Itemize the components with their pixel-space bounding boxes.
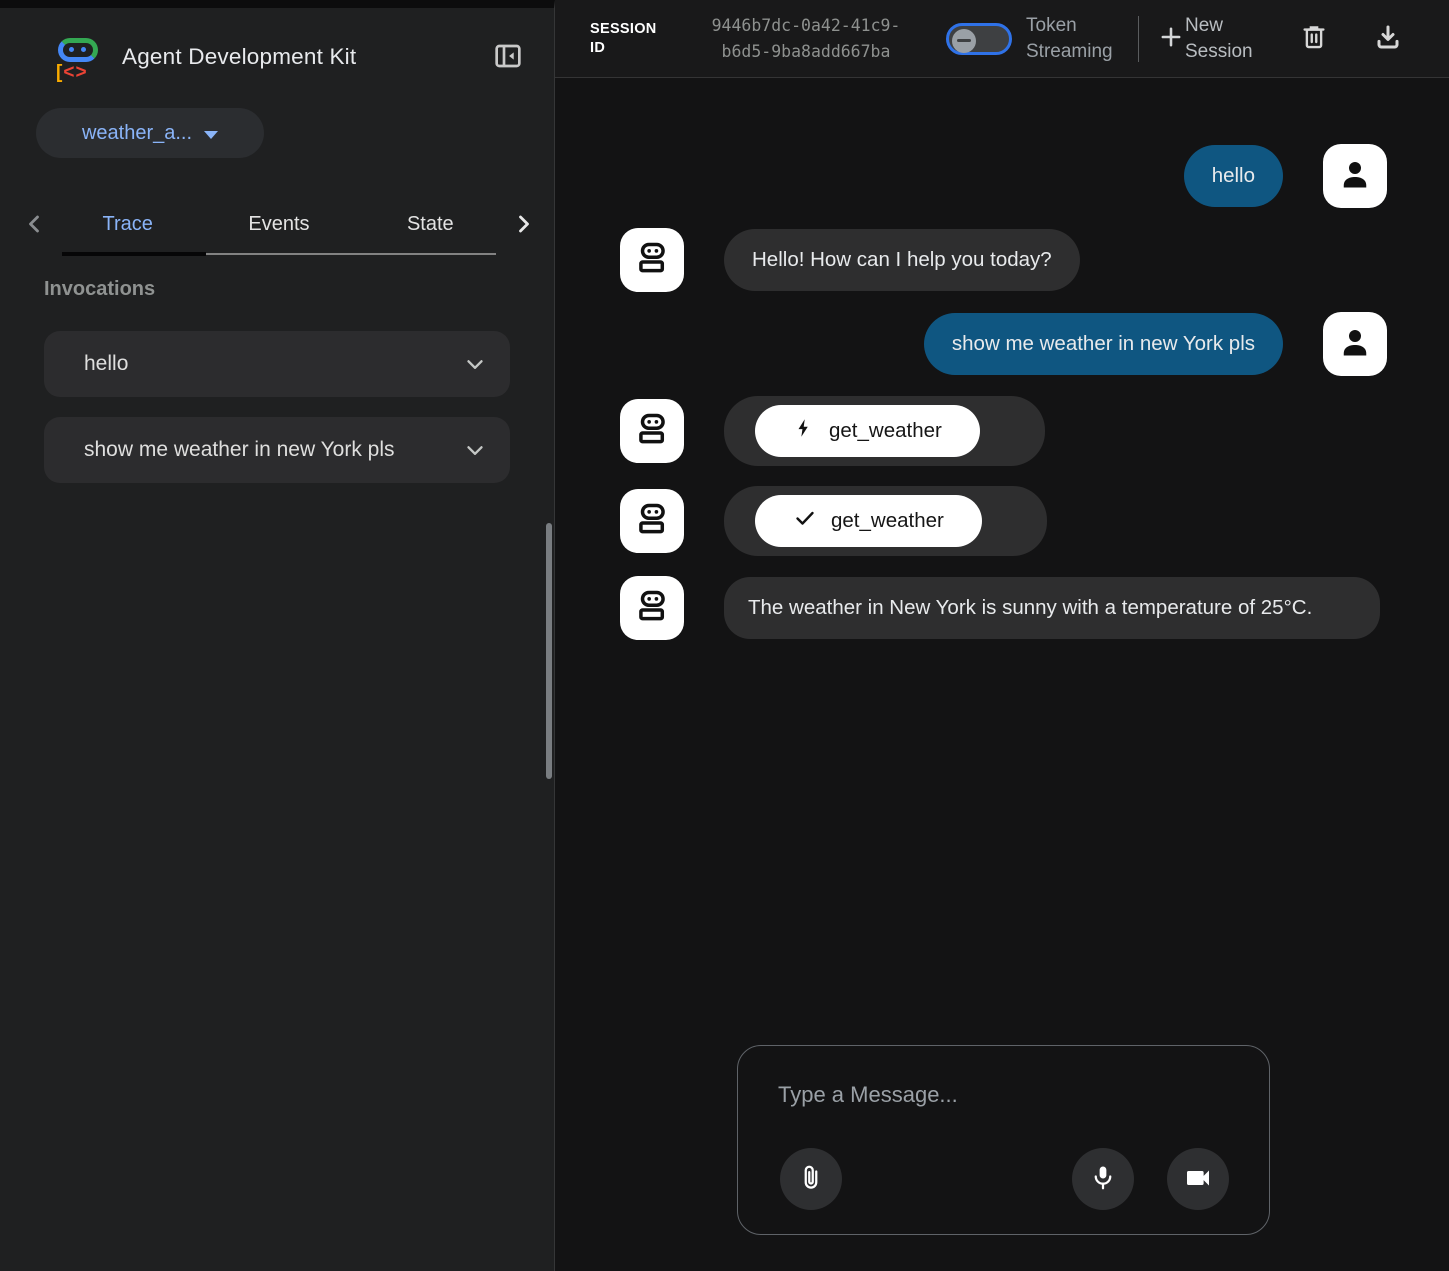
video-button[interactable] bbox=[1167, 1148, 1229, 1210]
agent-selector-value: weather_a... bbox=[82, 122, 192, 145]
mic-icon bbox=[1088, 1163, 1118, 1196]
bot-message-row: Hello! How can I help you today? bbox=[620, 228, 1387, 292]
active-tab-indicator bbox=[62, 252, 206, 256]
chat-area: hello bbox=[555, 78, 1449, 1271]
invocation-label: hello bbox=[84, 352, 436, 376]
bot-avatar bbox=[620, 489, 684, 553]
bot-avatar bbox=[620, 576, 684, 640]
tabs-scroll-left-button[interactable] bbox=[16, 206, 52, 242]
invocation-item[interactable]: hello bbox=[44, 331, 510, 397]
function-call-chip[interactable]: get_weather bbox=[755, 405, 980, 457]
collapse-sidebar-button[interactable] bbox=[490, 38, 526, 77]
robot-icon bbox=[633, 239, 671, 282]
function-call-label: get_weather bbox=[829, 419, 942, 443]
toggle-knob bbox=[952, 29, 976, 53]
user-message-row: hello bbox=[620, 144, 1387, 208]
tab-underline bbox=[62, 252, 496, 256]
new-session-label: New Session bbox=[1185, 13, 1261, 64]
session-topbar: SESSION ID 9446b7dc-0a42-41c9- b6d5-9ba8… bbox=[555, 0, 1449, 78]
tab-state[interactable]: State bbox=[355, 207, 506, 242]
topbar-divider bbox=[1138, 16, 1139, 62]
message-input[interactable]: Type a Message... bbox=[778, 1082, 958, 1108]
sidebar-header: [<> Agent Development Kit bbox=[0, 8, 554, 80]
new-session-button[interactable]: New Session bbox=[1157, 13, 1261, 64]
caret-down-icon bbox=[204, 131, 218, 139]
person-icon bbox=[1337, 156, 1373, 197]
tab-trace[interactable]: Trace bbox=[52, 207, 203, 242]
invocations-section-title: Invocations bbox=[44, 278, 554, 301]
function-response-label: get_weather bbox=[831, 509, 944, 533]
bot-function-call-row: get_weather bbox=[620, 396, 1387, 466]
collapse-panel-icon bbox=[492, 40, 524, 75]
message-composer[interactable]: Type a Message... bbox=[737, 1045, 1270, 1235]
function-response-bubble: get_weather bbox=[724, 486, 1047, 556]
adk-logo-icon: [<> bbox=[56, 34, 102, 80]
bot-avatar bbox=[620, 399, 684, 463]
person-icon bbox=[1337, 324, 1373, 365]
session-id-value: 9446b7dc-0a42-41c9- b6d5-9ba8add667ba bbox=[680, 13, 932, 64]
chevron-down-icon[interactable] bbox=[462, 437, 488, 463]
tabs-scroll-right-button[interactable] bbox=[506, 206, 542, 242]
bot-message-row: The weather in New York is sunny with a … bbox=[620, 576, 1387, 640]
sidebar-scrollbar[interactable] bbox=[546, 523, 552, 779]
app-title: Agent Development Kit bbox=[122, 44, 356, 70]
export-session-button[interactable] bbox=[1371, 20, 1405, 57]
check-icon bbox=[793, 506, 817, 536]
sidebar: [<> Agent Development Kit weather_a... T… bbox=[0, 0, 555, 1271]
video-icon bbox=[1183, 1163, 1213, 1196]
trash-icon bbox=[1299, 22, 1329, 55]
agent-selector[interactable]: weather_a... bbox=[36, 108, 264, 158]
token-streaming-label: Token Streaming bbox=[1026, 13, 1124, 64]
user-avatar bbox=[1323, 312, 1387, 376]
robot-icon bbox=[633, 500, 671, 543]
session-id-label: SESSION ID bbox=[590, 20, 668, 58]
invocation-item[interactable]: show me weather in new York pls bbox=[44, 417, 510, 483]
robot-icon bbox=[633, 587, 671, 630]
bolt-icon bbox=[793, 417, 815, 445]
bot-avatar bbox=[620, 228, 684, 292]
download-icon bbox=[1373, 22, 1403, 55]
mic-button[interactable] bbox=[1072, 1148, 1134, 1210]
message-list: hello bbox=[620, 144, 1387, 640]
bot-message-bubble: Hello! How can I help you today? bbox=[724, 229, 1080, 290]
token-streaming-toggle[interactable] bbox=[946, 23, 1012, 55]
delete-session-button[interactable] bbox=[1297, 20, 1331, 57]
invocation-label: show me weather in new York pls bbox=[84, 438, 436, 462]
bot-message-bubble: The weather in New York is sunny with a … bbox=[724, 577, 1380, 638]
function-response-chip[interactable]: get_weather bbox=[755, 495, 982, 547]
user-message-row: show me weather in new York pls bbox=[620, 312, 1387, 376]
main-panel: SESSION ID 9446b7dc-0a42-41c9- b6d5-9ba8… bbox=[555, 0, 1449, 1271]
tab-events[interactable]: Events bbox=[203, 207, 354, 242]
tabs-row: Trace Events State bbox=[0, 206, 554, 242]
robot-icon bbox=[633, 410, 671, 453]
chevron-down-icon[interactable] bbox=[462, 351, 488, 377]
function-call-bubble: get_weather bbox=[724, 396, 1045, 466]
bot-function-response-row: get_weather bbox=[620, 486, 1387, 556]
user-message-bubble: show me weather in new York pls bbox=[924, 313, 1283, 374]
user-message-bubble: hello bbox=[1184, 145, 1283, 206]
user-avatar bbox=[1323, 144, 1387, 208]
attach-icon bbox=[796, 1163, 826, 1196]
plus-icon bbox=[1157, 23, 1185, 54]
attach-file-button[interactable] bbox=[780, 1148, 842, 1210]
